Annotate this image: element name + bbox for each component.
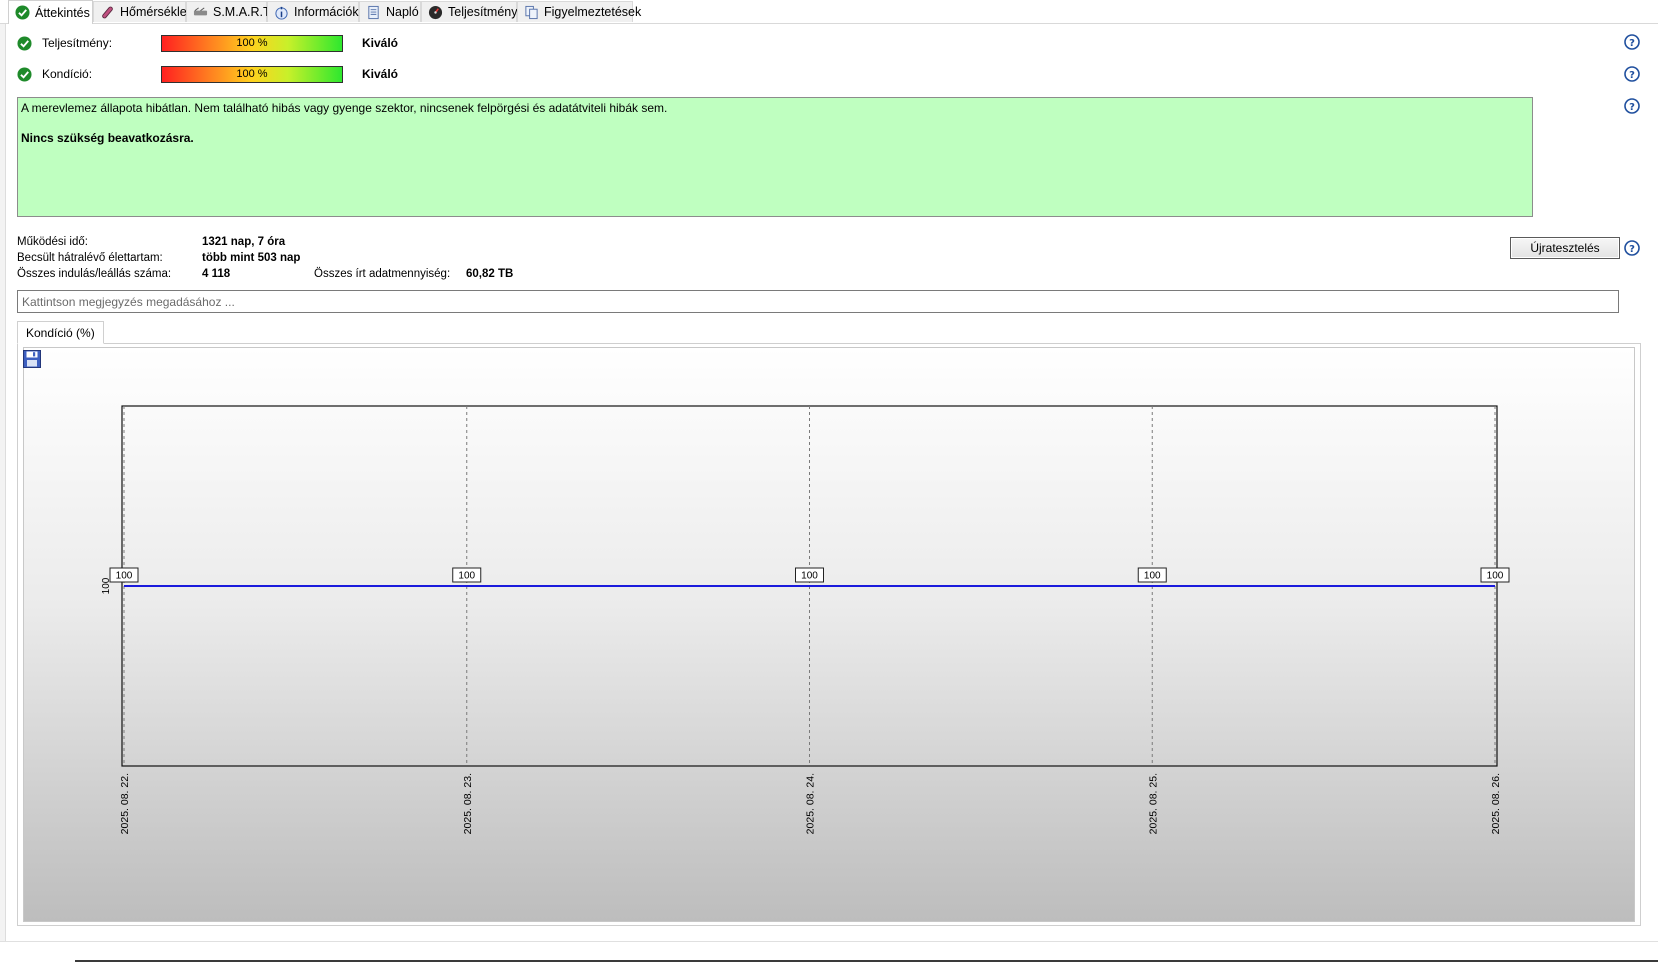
info-icon	[275, 6, 288, 20]
health-action-text: Nincs szükség beavatkozásra.	[21, 131, 194, 145]
tab-temperature-label: Hőmérséklet	[120, 5, 191, 19]
tab-warnings-label: Figyelmeztetések	[544, 5, 642, 19]
check-circle-icon	[17, 66, 32, 82]
thermometer-icon	[102, 6, 113, 18]
total-written-value: 60,82 TB	[466, 268, 514, 280]
performance-bar: 100 %	[161, 34, 343, 52]
tab-overview[interactable]: Áttekintés	[8, 0, 93, 24]
uptime-value: 1321 nap, 7 óra	[202, 236, 286, 248]
smart-drive-icon	[193, 6, 208, 15]
tab-performance-label: Teljesítmény	[448, 5, 518, 19]
data-label-text: 100	[1487, 571, 1504, 582]
note-input[interactable]	[17, 290, 1619, 313]
x-tick-label: 2025. 08. 25.	[1147, 773, 1159, 834]
check-circle-icon	[17, 35, 32, 51]
performance-percent: 100 %	[236, 36, 268, 49]
bottom-status-bar	[0, 941, 1658, 962]
help-icon[interactable]: ?	[1624, 34, 1640, 50]
uptime-label: Működési idő:	[17, 236, 88, 248]
condition-bar: 100 %	[161, 65, 343, 83]
tab-warnings[interactable]: Figyelmeztetések	[517, 1, 641, 22]
tab-performance[interactable]: Teljesítmény	[421, 1, 517, 22]
tab-information[interactable]: Információk	[267, 1, 359, 22]
performance-rating: Kiváló	[362, 36, 399, 50]
data-label-text: 100	[458, 571, 475, 582]
tab-smart-label: S.M.A.R.T.	[213, 5, 273, 19]
data-label: 100	[452, 567, 482, 583]
svg-text:?: ?	[1629, 102, 1635, 113]
tab-temperature[interactable]: Hőmérséklet	[93, 1, 190, 22]
condition-chart-tab-label: Kondíció (%)	[26, 325, 95, 340]
condition-percent: 100 %	[236, 67, 268, 80]
svg-text:?: ?	[1629, 70, 1635, 81]
condition-rating: Kiváló	[362, 67, 399, 81]
remaining-life-label: Becsült hátralévő élettartam:	[17, 252, 163, 264]
condition-chart: 100100 100 100 100 1002025. 08. 22. 2025. 08.…	[101, 405, 1510, 834]
performance-label: Teljesítmény:	[42, 36, 113, 50]
total-written-label: Összes írt adatmennyiség:	[314, 268, 451, 280]
tab-smart[interactable]: S.M.A.R.T.	[186, 1, 273, 22]
tab-information-label: Információk	[294, 5, 359, 19]
x-tick-label: 2025. 08. 26.	[1490, 773, 1502, 834]
tab-log[interactable]: Napló	[359, 1, 421, 22]
x-tick-label: 2025. 08. 23.	[462, 773, 474, 834]
tab-overview-label: Áttekintés	[35, 5, 90, 20]
condition-label: Kondíció:	[42, 67, 93, 81]
tab-log-label: Napló	[386, 5, 419, 19]
data-label-text: 100	[116, 571, 133, 582]
remaining-life-value: több mint 503 nap	[202, 252, 301, 264]
x-tick-label: 2025. 08. 24.	[805, 773, 817, 834]
left-edge	[0, 24, 6, 941]
tab-condition-chart[interactable]: Kondíció (%)	[17, 321, 104, 344]
data-label-text: 100	[801, 571, 818, 582]
data-label: 100	[1480, 567, 1510, 583]
data-label-text: 100	[1144, 571, 1161, 582]
save-icon[interactable]	[22, 349, 42, 369]
performance-row: Teljesítmény: 100 % Kiváló	[17, 33, 398, 53]
data-label: 100	[795, 567, 824, 583]
health-message-text: A merevlemez állapota hibátlan. Nem talá…	[21, 101, 668, 115]
start-stop-value: 4 118	[202, 268, 231, 280]
retest-button[interactable]: Újratesztelés	[1510, 237, 1620, 259]
svg-text:?: ?	[1629, 244, 1635, 255]
health-message-box: A merevlemez állapota hibátlan. Nem talá…	[17, 97, 1533, 217]
check-circle-icon	[15, 5, 30, 20]
data-label: 100	[109, 567, 139, 583]
help-icon[interactable]: ?	[1624, 66, 1640, 82]
condition-row: Kondíció: 100 % Kiváló	[17, 64, 398, 84]
help-icon[interactable]: ?	[1624, 98, 1640, 114]
log-icon	[368, 5, 379, 19]
svg-text:?: ?	[1629, 38, 1635, 49]
warnings-icon	[525, 5, 538, 19]
tab-bar: Áttekintés Hőmérséklet S.M.A.R.T. Inform…	[0, 0, 1658, 24]
x-tick-label: 2025. 08. 22.	[119, 773, 131, 834]
help-icon[interactable]: ?	[1624, 240, 1640, 256]
gauge-icon	[428, 5, 443, 19]
data-label: 100	[1137, 567, 1167, 583]
start-stop-label: Összes indulás/leállás száma:	[17, 268, 172, 280]
